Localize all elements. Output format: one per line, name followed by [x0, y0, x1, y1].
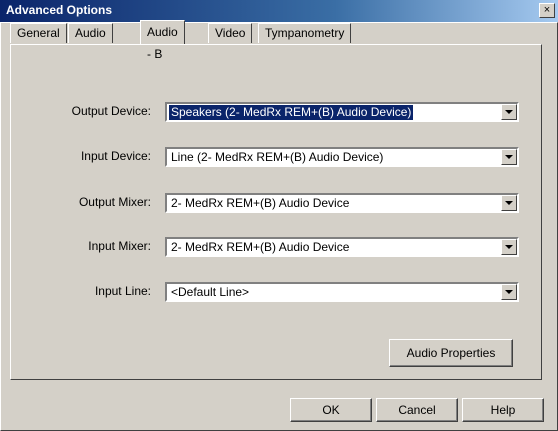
input-line-value: <Default Line> — [171, 285, 250, 299]
help-button[interactable]: Help — [462, 398, 544, 422]
input-device-label: Input Device: — [80, 149, 151, 163]
input-mixer-select[interactable]: 2- MedRx REM+(B) Audio Device — [165, 237, 519, 257]
output-device-label: Output Device: — [71, 104, 151, 118]
output-mixer-select[interactable]: 2- MedRx REM+(B) Audio Device — [165, 193, 519, 213]
input-line-dropdown-button[interactable] — [501, 284, 517, 300]
output-mixer-dropdown-button[interactable] — [501, 195, 517, 211]
input-mixer-label: Input Mixer: — [88, 239, 151, 253]
input-device-value: Line (2- MedRx REM+(B) Audio Device) — [171, 150, 384, 164]
tab-panel-audio-b: Output Device: Speakers (2- MedRx REM+(B… — [10, 44, 542, 380]
tab-general[interactable]: General — [10, 23, 67, 43]
output-device-dropdown-button[interactable] — [501, 104, 517, 120]
window-title: Advanced Options — [6, 3, 113, 17]
close-button[interactable]: × — [539, 3, 555, 18]
tab-video[interactable]: Video — [208, 23, 253, 43]
input-mixer-dropdown-button[interactable] — [501, 239, 517, 255]
cancel-button[interactable]: Cancel — [376, 398, 458, 422]
ok-button[interactable]: OK — [290, 398, 372, 422]
output-mixer-value: 2- MedRx REM+(B) Audio Device — [171, 196, 350, 210]
input-line-label: Input Line: — [94, 284, 151, 298]
input-device-select[interactable]: Line (2- MedRx REM+(B) Audio Device) — [165, 147, 519, 167]
title-bar: Advanced Options × — [0, 0, 558, 22]
output-mixer-label: Output Mixer: — [78, 195, 151, 209]
close-icon: × — [543, 4, 551, 16]
chevron-down-icon — [505, 110, 513, 114]
chevron-down-icon — [505, 245, 513, 249]
input-line-select[interactable]: <Default Line> — [165, 282, 519, 302]
output-device-value: Speakers (2- MedRx REM+(B) Audio Device) — [167, 104, 415, 121]
tab-audio-b[interactable]: Audio - B — [140, 20, 185, 61]
input-mixer-value: 2- MedRx REM+(B) Audio Device — [171, 240, 350, 254]
chevron-down-icon — [505, 201, 513, 205]
audio-properties-button[interactable]: Audio Properties — [389, 339, 513, 367]
input-device-dropdown-button[interactable] — [501, 149, 517, 165]
chevron-down-icon — [505, 290, 513, 294]
chevron-down-icon — [505, 155, 513, 159]
output-device-select[interactable]: Speakers (2- MedRx REM+(B) Audio Device) — [165, 102, 519, 122]
tab-tympanometry[interactable]: Tympanometry — [258, 23, 352, 43]
tab-audio-a[interactable]: Audio - A — [68, 23, 113, 59]
